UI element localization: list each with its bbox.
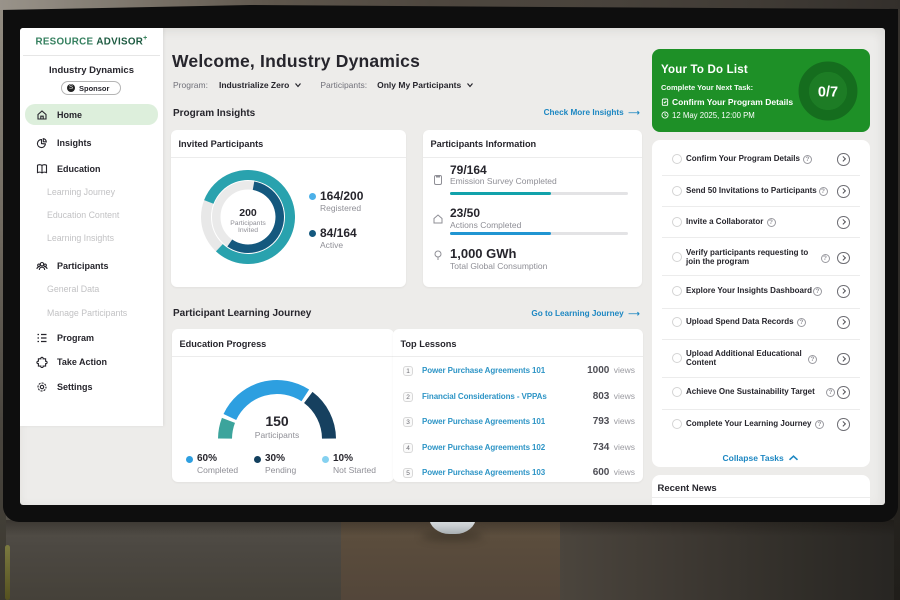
svg-text:0/7: 0/7 <box>818 84 838 100</box>
